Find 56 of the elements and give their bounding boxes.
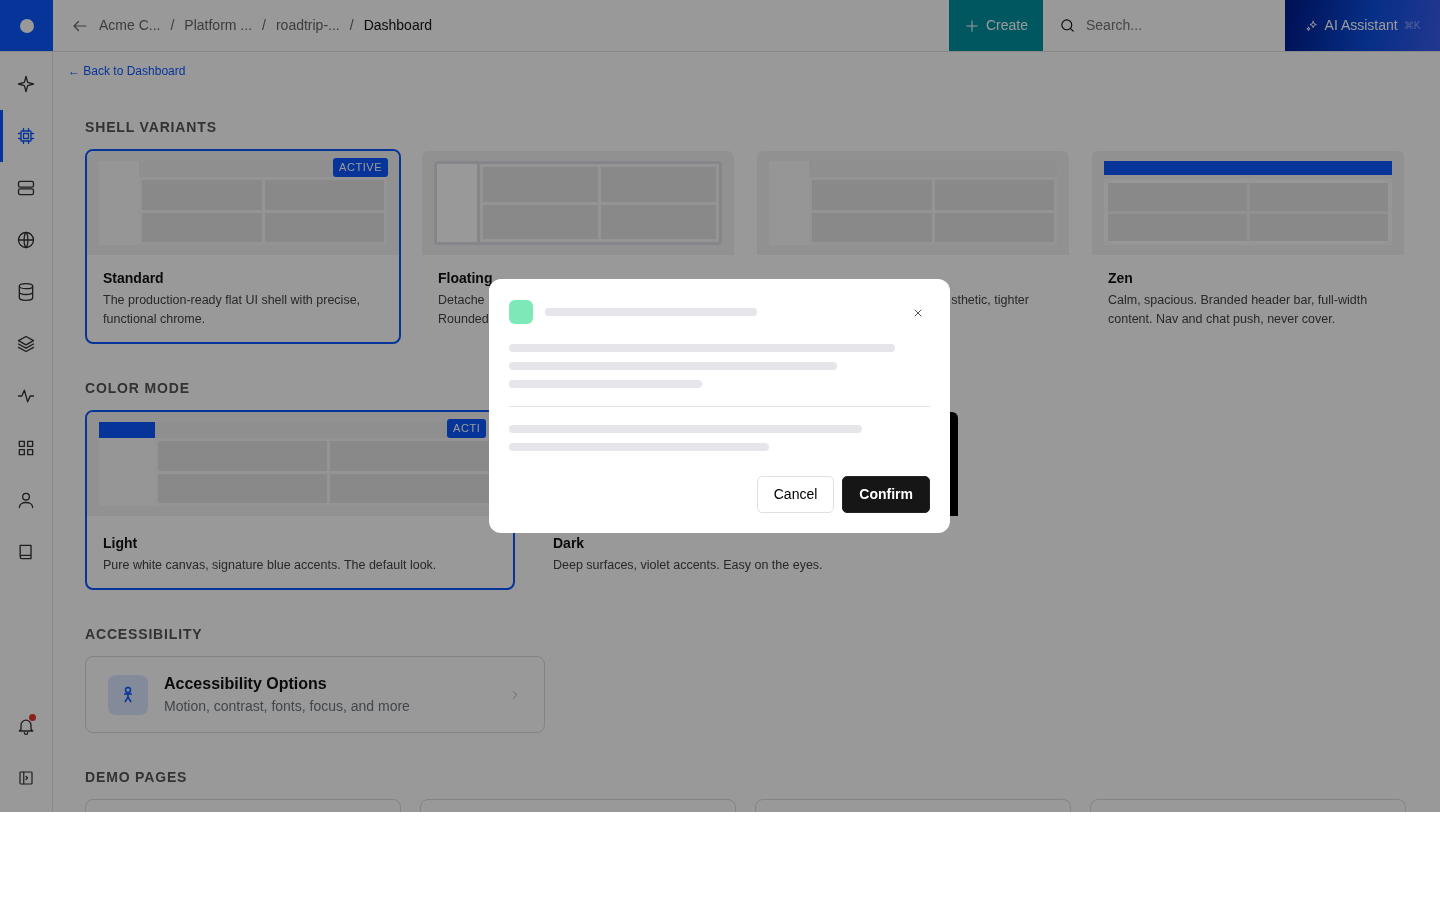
breadcrumb-link[interactable]: Platform ... (184, 15, 253, 36)
variant-card[interactable]: ACTIVE Standard The production-ready flat UI shell with precise, functional chrome. (85, 149, 401, 344)
chip-icon (16, 126, 36, 146)
search-icon (1059, 17, 1076, 34)
database-icon (16, 282, 36, 302)
variant-description: Deep surfaces, violet accents. Easy on the eyes. (553, 557, 823, 574)
breadcrumb-separator: / (262, 16, 266, 35)
variant-description: functional chrome. (103, 311, 206, 328)
grid-icon (16, 438, 36, 458)
variant-title: Floating (438, 269, 494, 287)
confirm-button[interactable]: Confirm (842, 476, 930, 513)
section-heading: SHELL VARIANTS (85, 119, 217, 136)
breadcrumb-link[interactable]: Acme C... (99, 15, 161, 36)
accessibility-icon (108, 674, 148, 715)
active-badge: ACTIVE (333, 158, 389, 177)
layers-icon (16, 334, 36, 354)
server-icon (16, 178, 36, 198)
variant-title: Standard (103, 269, 165, 287)
variant-description: Rounded (438, 311, 489, 328)
breadcrumb-separator: / (170, 16, 175, 35)
sparkle-icon (16, 74, 36, 94)
variant-description: Calm, spacious. Branded header bar, full-width (1108, 292, 1368, 309)
active-badge: ACTI (447, 419, 487, 438)
section-heading: DEMO PAGES (85, 769, 188, 786)
variant-description: content. Nav and chat push, never cover. (1108, 311, 1336, 328)
breadcrumb-current: Dashboard (363, 16, 433, 35)
user-icon (16, 490, 36, 510)
variant-description: Pure white canvas, signature blue accents. The default look. (103, 557, 437, 574)
search-field[interactable]: Search... (1084, 14, 1264, 37)
breadcrumb-link[interactable]: roadtrip-... (275, 15, 340, 36)
variant-title: Dark (553, 534, 586, 552)
variant-title: Light (103, 534, 139, 552)
variant-card[interactable]: Floating Detache Rounded (420, 149, 736, 344)
accessibility-title: Accessibility Options (164, 674, 328, 694)
logo[interactable] (0, 0, 53, 51)
variant-description: The production-ready flat UI shell with precise, (103, 292, 361, 309)
plus-icon (964, 17, 980, 34)
shortcut-hint: ⌘K (1403, 19, 1421, 33)
variant-card[interactable]: sthetic, tighter (755, 149, 1071, 344)
section-heading: ACCESSIBILITY (85, 626, 203, 643)
accessibility-options-card[interactable]: Accessibility Options Motion, contrast, fonts, focus, and more (85, 656, 545, 733)
cancel-button[interactable]: Cancel (756, 476, 835, 513)
back-link[interactable]: ← Back to Dashboard (68, 62, 186, 80)
variant-title: Zen (1108, 269, 1134, 287)
dialog-icon (509, 300, 533, 324)
panel-icon (17, 769, 35, 787)
variant-card[interactable]: ACTI Light Pure white canvas, signature blue accents. The default look. (85, 410, 515, 590)
breadcrumb-separator: / (349, 16, 354, 35)
variant-card[interactable]: Zen Calm, spacious. Branded header bar, full-width content. Nav and chat push, never cover. (1090, 149, 1406, 344)
accessibility-subtitle: Motion, contrast, fonts, focus, and more (164, 697, 411, 716)
variant-description: Detache (438, 292, 485, 309)
section-heading: COLOR MODE (85, 380, 190, 397)
variant-description: sthetic, tighter (951, 292, 1029, 309)
ai-assistant-button[interactable]: AI Assistant ⌘K (1285, 0, 1440, 51)
sparkles-icon (1304, 18, 1319, 33)
globe-icon (16, 230, 36, 250)
